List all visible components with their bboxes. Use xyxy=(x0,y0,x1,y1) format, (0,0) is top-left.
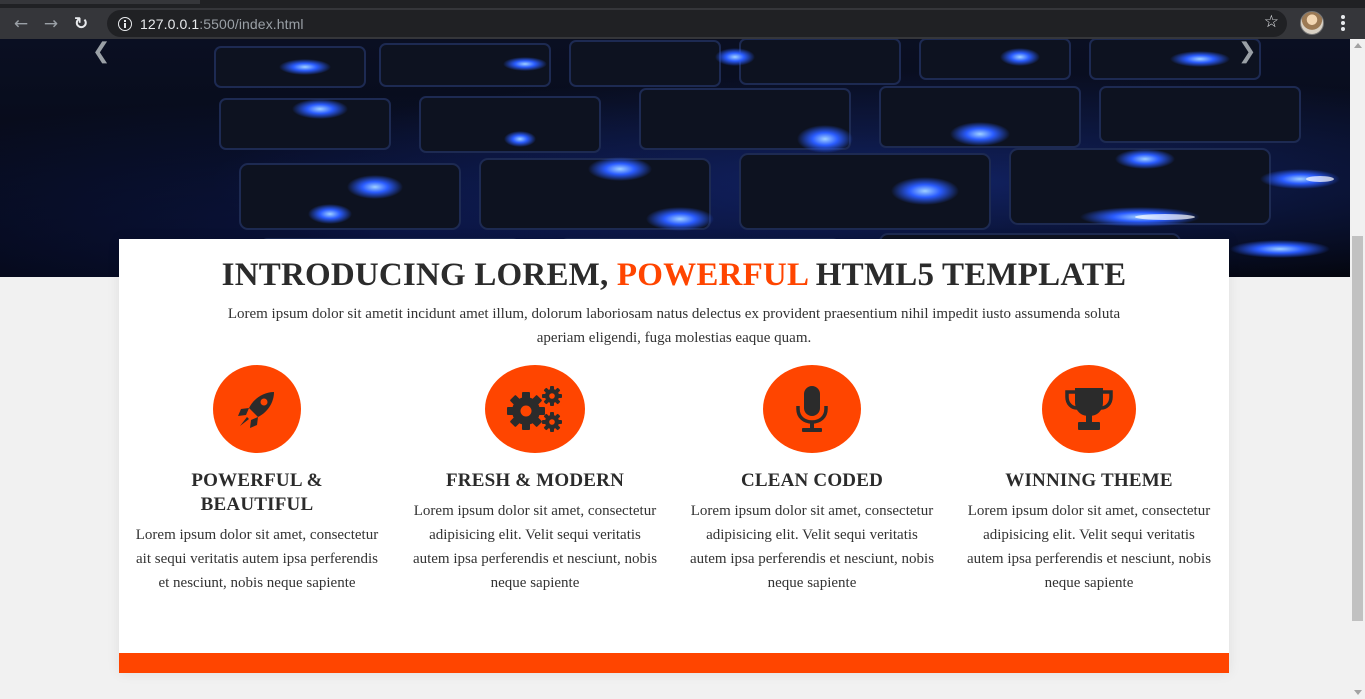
gears-icon xyxy=(485,365,585,453)
intro-card: INTRODUCING LOREM, POWERFUL HTML5 TEMPLA… xyxy=(119,239,1229,673)
feature-description: Lorem ipsum dolor sit amet, consectetur … xyxy=(135,527,379,591)
feature-card: WINNING THEME Lorem ipsum dolor sit amet… xyxy=(965,365,1213,595)
url-path: :5500/index.html xyxy=(199,15,304,32)
microphone-icon xyxy=(763,365,861,453)
forward-button[interactable]: → xyxy=(36,9,66,39)
feature-title: CLEAN CODED xyxy=(740,470,884,491)
scroll-down-arrow-icon[interactable] xyxy=(1354,690,1362,695)
bookmark-star-icon[interactable]: ☆ xyxy=(1264,12,1279,32)
scrollbar-thumb[interactable] xyxy=(1352,236,1363,621)
feature-title: WINNING THEME xyxy=(1005,470,1173,491)
feature-card: POWERFUL & BEAUTIFUL Lorem ipsum dolor s… xyxy=(133,365,381,595)
chevron-left-icon[interactable]: ❮ xyxy=(92,39,110,64)
chevron-right-icon[interactable]: ❯ xyxy=(1238,39,1256,64)
feature-description: Lorem ipsum dolor sit amet, consectetur … xyxy=(966,503,1212,591)
feature-card: FRESH & MODERN Lorem ipsum dolor sit ame… xyxy=(411,365,659,595)
rocket-icon xyxy=(213,365,301,453)
url-host: 127.0.0.1 xyxy=(140,15,200,32)
headline-end: HTML5 TEMPLATE xyxy=(807,257,1127,293)
features-row: POWERFUL & BEAUTIFUL Lorem ipsum dolor s… xyxy=(119,365,1229,625)
profile-avatar[interactable] xyxy=(1300,11,1324,35)
active-tab[interactable] xyxy=(0,0,200,4)
feature-card: CLEAN CODED Lorem ipsum dolor sit amet, … xyxy=(688,365,936,595)
page-title: INTRODUCING LOREM, POWERFUL HTML5 TEMPLA… xyxy=(119,257,1229,294)
feature-description: Lorem ipsum dolor sit amet, consectetur … xyxy=(689,503,935,591)
tab-strip xyxy=(0,0,1365,8)
feature-title: FRESH & MODERN xyxy=(445,470,625,491)
headline-start: INTRODUCING LOREM, xyxy=(221,257,617,293)
headline-accent: POWERFUL xyxy=(616,257,808,293)
trophy-icon xyxy=(1042,365,1136,453)
intro-text: Lorem ipsum dolor sit ametit incidunt am… xyxy=(227,306,1121,346)
feature-description: Lorem ipsum dolor sit amet, consectetur … xyxy=(412,503,658,591)
page-scrollbar[interactable] xyxy=(1350,39,1365,699)
page-viewport: ❮ ❯ INTRODUCING LOREM, POWERFUL HTML5 TE… xyxy=(0,39,1350,699)
browser-toolbar: ← → ↻ 127.0.0.1:5500/index.html ☆ xyxy=(0,8,1365,39)
address-bar[interactable]: 127.0.0.1:5500/index.html ☆ xyxy=(107,10,1287,37)
back-button[interactable]: ← xyxy=(6,9,36,39)
url-text[interactable]: 127.0.0.1:5500/index.html xyxy=(140,16,304,32)
reload-button[interactable]: ↻ xyxy=(66,9,96,39)
browser-menu-icon[interactable] xyxy=(1337,13,1349,33)
feature-title: POWERFUL & BEAUTIFUL xyxy=(191,470,323,515)
scroll-up-arrow-icon[interactable] xyxy=(1354,43,1362,48)
info-icon[interactable] xyxy=(118,16,132,31)
accent-bar xyxy=(119,653,1229,673)
